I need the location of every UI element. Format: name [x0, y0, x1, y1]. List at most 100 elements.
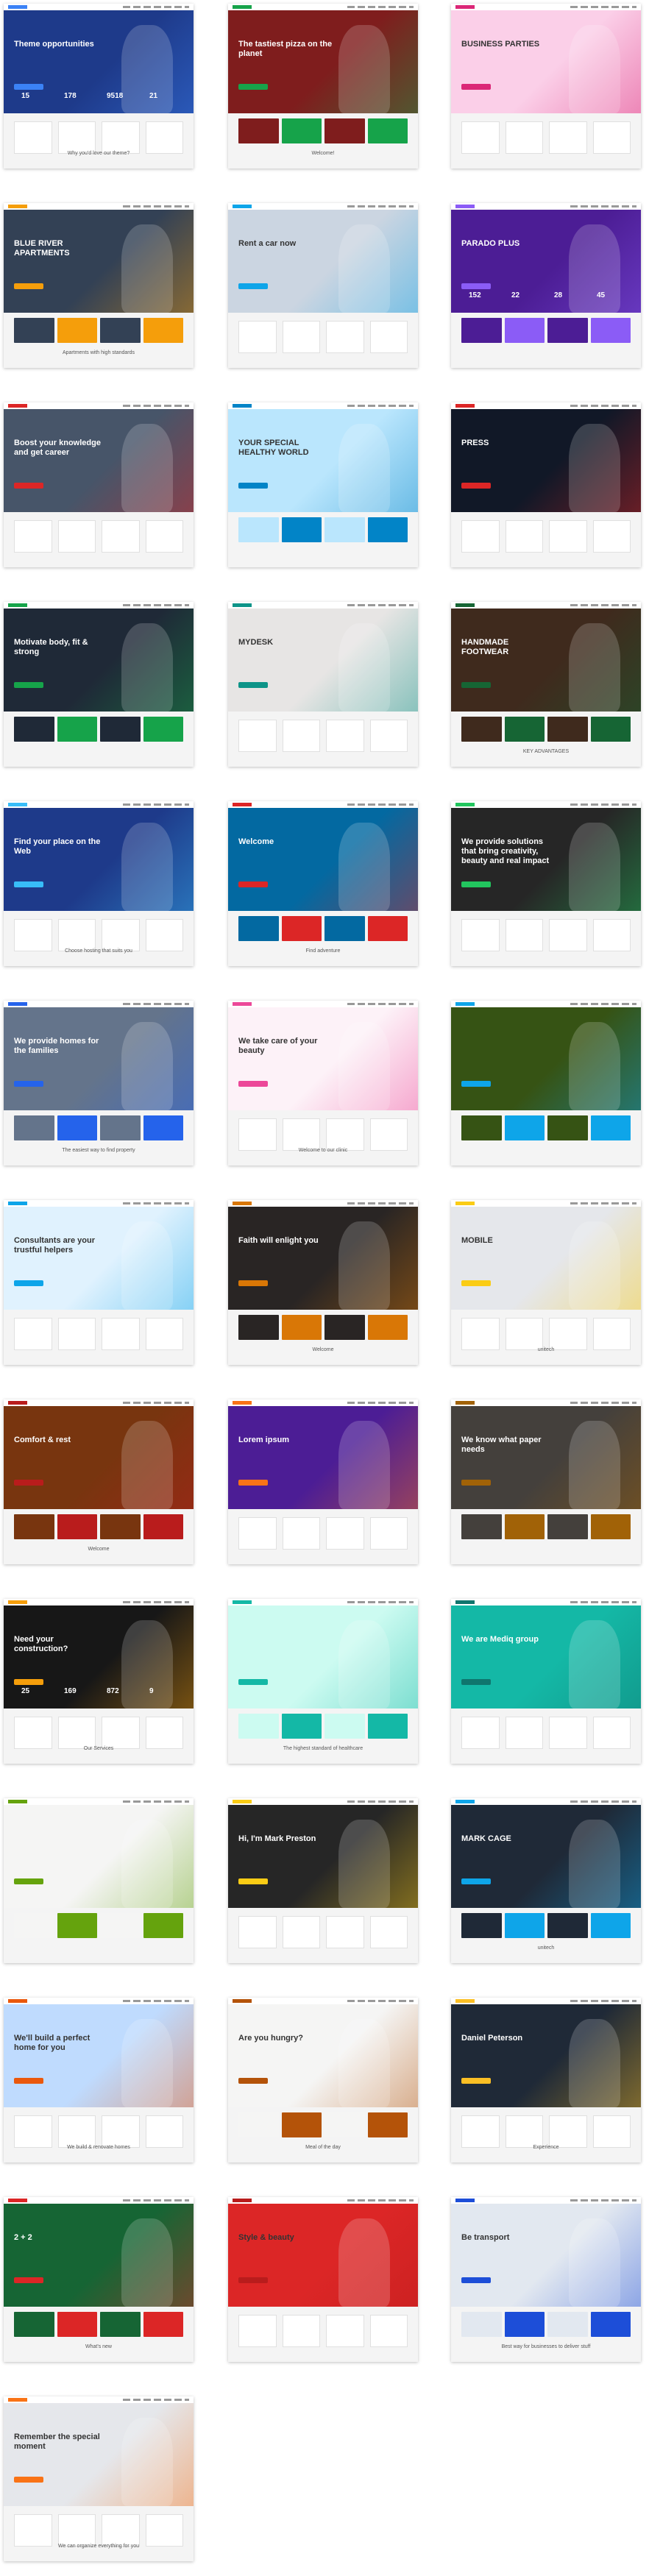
template-card-portfolio-unitech[interactable]: MOBILE unitech — [451, 1200, 641, 1365]
hero-cta-button — [14, 1679, 43, 1685]
hero-cta-button — [461, 1480, 491, 1486]
hero-image — [338, 224, 390, 313]
stat-number: 25 — [21, 1687, 30, 1695]
logo — [233, 2199, 252, 2202]
content-blocks — [238, 2112, 408, 2137]
template-hero: Be transport — [451, 2204, 641, 2307]
template-card-restaurant[interactable]: Are you hungry? Meal of the day — [228, 1998, 418, 2162]
content-block — [369, 1118, 408, 1151]
template-hero: We know what paper needs — [451, 1406, 641, 1509]
hero-headline: Need your construction? — [14, 1635, 68, 1653]
content-blocks — [238, 720, 408, 752]
template-hero: Theme opportunities — [4, 10, 194, 113]
template-card-eco[interactable] — [4, 1798, 194, 1963]
template-card-resume[interactable]: Daniel Peterson Experience — [451, 1998, 641, 2162]
template-card-real-estate-amsterdam[interactable]: BLUE RIVER APARTMENTS Apartments with hig… — [4, 203, 194, 368]
content-block — [14, 318, 54, 343]
template-card-wedding[interactable]: Remember the special moment We can organi… — [4, 2396, 194, 2561]
template-card-builders[interactable]: We'll build a perfect home for you We bui… — [4, 1998, 194, 2162]
template-card-consulting[interactable]: Consultants are your trustful helpers — [4, 1200, 194, 1365]
template-card-hosting[interactable]: Find your place on the Web Choose hosting… — [4, 801, 194, 966]
logo — [455, 1002, 475, 1006]
template-card-pizzeria[interactable]: The tastiest pizza on the planet Welcome! — [228, 4, 418, 168]
template-card-transport[interactable]: Be transport Best way for businesses to d… — [451, 2197, 641, 2362]
content-block — [238, 1916, 277, 1948]
content-block — [461, 1115, 502, 1140]
template-card-cv[interactable]: Hi, I'm Mark Preston — [228, 1798, 418, 1963]
content-block — [505, 520, 543, 553]
hero-headline: HANDMADE FOOTWEAR — [461, 638, 509, 656]
template-card-people[interactable]: We are Mediq group — [451, 1599, 641, 1764]
content-block — [461, 121, 500, 154]
hero-cta-button — [14, 2477, 43, 2483]
content-block — [14, 1318, 52, 1350]
logo — [233, 803, 252, 806]
content-block — [367, 916, 408, 941]
template-card-fitness[interactable]: Motivate body, fit & strong — [4, 602, 194, 767]
hero-cta-button — [14, 1280, 43, 1286]
content-block — [238, 2112, 279, 2137]
template-card-press[interactable]: PRESS — [451, 402, 641, 567]
template-hero: Lorem ipsum — [228, 1406, 418, 1509]
content-block — [102, 1717, 140, 1749]
template-card-business-parties[interactable]: BUSINESS PARTIES — [451, 4, 641, 168]
content-block — [547, 717, 588, 742]
template-card-paper-mill[interactable]: We know what paper needs — [451, 1399, 641, 1564]
nav-menu — [570, 1402, 636, 1404]
content-block — [57, 2312, 97, 2337]
template-card-travel[interactable]: Welcome Find adventure — [228, 801, 418, 966]
template-card-school[interactable]: 2 + 2 What's new — [4, 2197, 194, 2362]
template-card-spa[interactable]: YOUR SPECIAL HEALTHY WORLD — [228, 402, 418, 567]
hero-image — [121, 1421, 173, 1509]
template-card-church[interactable]: Faith will enlight you Welcome — [228, 1200, 418, 1365]
section-title: Why you'd love our theme? — [67, 151, 130, 156]
template-card-app[interactable]: Lorem ipsum — [228, 1399, 418, 1564]
content-blocks — [238, 1916, 408, 1948]
template-card-mydesk[interactable]: MYDESK — [228, 602, 418, 767]
content-block — [592, 919, 631, 951]
content-block — [281, 517, 322, 542]
template-card-magazine[interactable] — [451, 1001, 641, 1165]
content-block — [100, 717, 141, 742]
template-card-style-beauty[interactable]: Style & beauty — [228, 2197, 418, 2362]
nav-menu — [123, 1601, 189, 1603]
logo — [8, 5, 27, 9]
content-blocks — [238, 321, 408, 353]
content-block — [504, 1913, 545, 1938]
content-block — [592, 2115, 631, 2148]
nav-menu — [347, 6, 414, 8]
section-title: KEY ADVANTAGES — [522, 749, 570, 754]
section-title: unitech — [537, 1347, 555, 1352]
logo — [233, 1401, 252, 1405]
template-card-shoes[interactable]: HANDMADE FOOTWEAR KEY ADVANTAGES — [451, 602, 641, 767]
content-block — [145, 1318, 183, 1350]
content-block — [14, 2514, 52, 2547]
template-card-night-club[interactable]: PARADO PLUS 152 22 28 45 — [451, 203, 641, 368]
content-blocks — [238, 1517, 408, 1550]
hero-cta-button — [461, 1679, 491, 1685]
nav-menu — [570, 1202, 636, 1204]
logo — [233, 603, 252, 607]
hero-image — [121, 224, 173, 313]
template-card-education[interactable]: Boost your knowledge and get career — [4, 402, 194, 567]
template-card-property[interactable]: We provide homes for the families The eas… — [4, 1001, 194, 1165]
content-block — [100, 318, 141, 343]
content-block — [547, 2312, 588, 2337]
stat-number: 178 — [64, 92, 77, 100]
logo — [8, 803, 27, 806]
template-hero: Rent a car now — [228, 210, 418, 313]
logo — [8, 1600, 27, 1604]
template-card-construction[interactable]: Need your construction? Our Services 25 169… — [4, 1599, 194, 1764]
logo — [455, 803, 475, 806]
template-card-hotel[interactable]: Comfort & rest Welcome — [4, 1399, 194, 1564]
template-card-healthcare[interactable]: The highest standard of healthcare — [228, 1599, 418, 1764]
template-card-agency[interactable]: We provide solutions that bring creativi… — [451, 801, 641, 966]
template-card-beauty-clinic[interactable]: We take care of your beauty Welcome to ou… — [228, 1001, 418, 1165]
template-card-car-rental[interactable]: Rent a car now — [228, 203, 418, 368]
template-card-it-services[interactable]: Theme opportunities Why you'd love our th… — [4, 4, 194, 168]
content-block — [238, 916, 279, 941]
logo — [455, 1600, 475, 1604]
template-card-photographer[interactable]: MARK CAGE unitech — [451, 1798, 641, 1963]
hero-image — [338, 2218, 390, 2307]
nav-menu — [570, 2199, 636, 2201]
